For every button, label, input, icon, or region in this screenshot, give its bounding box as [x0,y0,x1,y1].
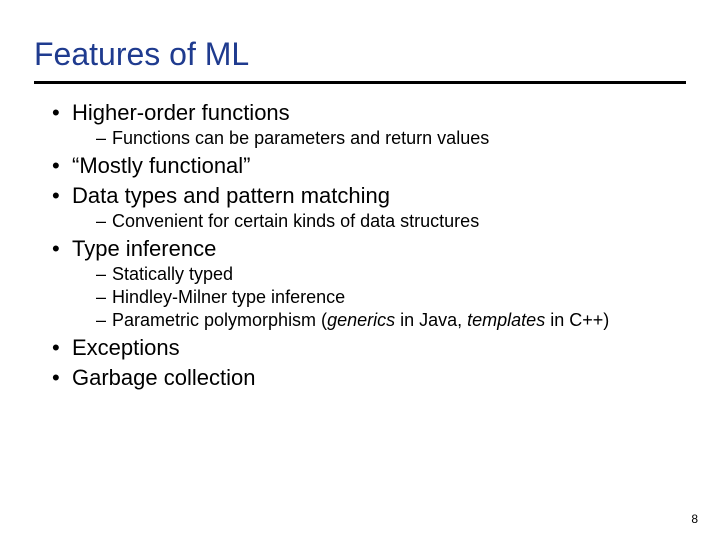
bullet-exceptions: Exceptions [52,335,686,361]
bullet-mostly-functional: “Mostly functional” [52,153,686,179]
text-part: Parametric polymorphism ( [112,310,327,330]
sub-bullet: Convenient for certain kinds of data str… [96,211,686,232]
italic-templates: templates [467,310,545,330]
sub-list: Convenient for certain kinds of data str… [72,211,686,232]
sub-list: Statically typed Hindley-Milner type inf… [72,264,686,331]
bullet-text: Type inference [72,236,216,261]
slide: Features of ML Higher-order functions Fu… [0,0,720,540]
bullet-higher-order: Higher-order functions Functions can be … [52,100,686,149]
bullet-text: Data types and pattern matching [72,183,390,208]
italic-generics: generics [327,310,395,330]
bullet-garbage-collection: Garbage collection [52,365,686,391]
sub-list: Functions can be parameters and return v… [72,128,686,149]
bullet-text: “Mostly functional” [72,153,251,178]
bullet-text: Garbage collection [72,365,255,390]
page-number: 8 [691,512,698,526]
slide-title: Features of ML [34,36,686,84]
sub-bullet-polymorphism: Parametric polymorphism (generics in Jav… [96,310,686,331]
bullet-text: Higher-order functions [72,100,290,125]
text-part: in C++) [545,310,609,330]
bullet-text: Exceptions [72,335,180,360]
sub-bullet: Functions can be parameters and return v… [96,128,686,149]
text-part: in Java, [395,310,467,330]
bullet-list: Higher-order functions Functions can be … [34,100,686,391]
bullet-type-inference: Type inference Statically typed Hindley-… [52,236,686,331]
sub-bullet: Hindley-Milner type inference [96,287,686,308]
sub-bullet: Statically typed [96,264,686,285]
bullet-data-types: Data types and pattern matching Convenie… [52,183,686,232]
